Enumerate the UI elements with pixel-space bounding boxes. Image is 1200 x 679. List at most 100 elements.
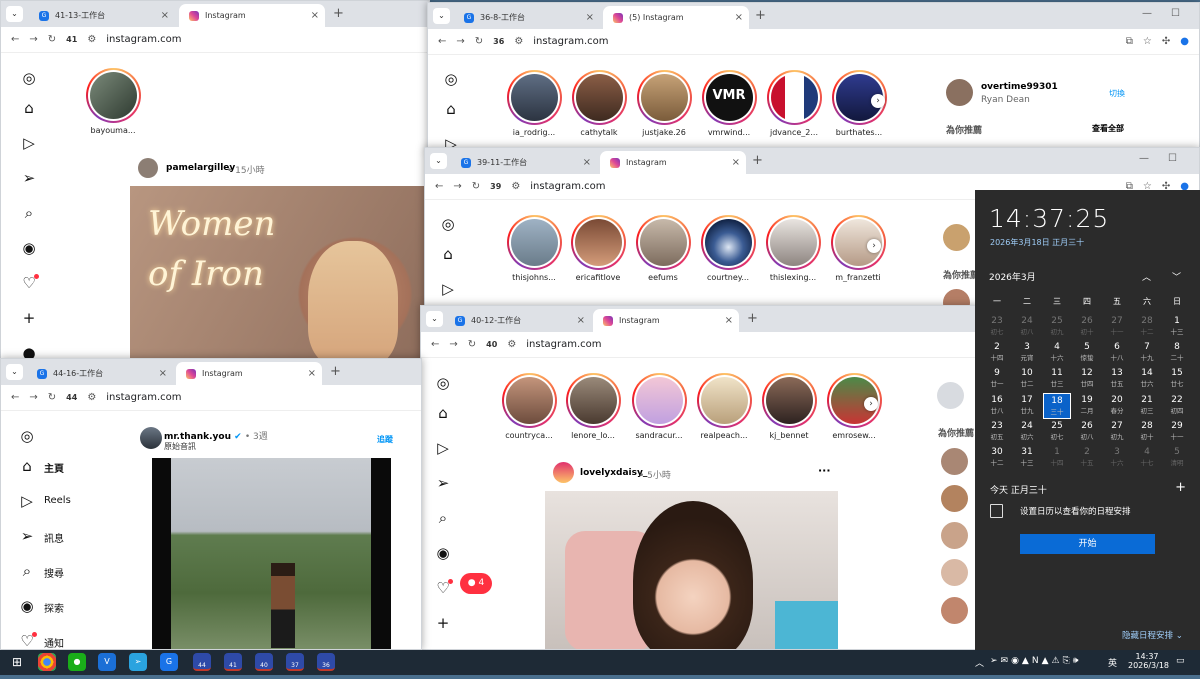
maximize-icon[interactable]: ☐ [1171, 8, 1180, 19]
calendar-day[interactable]: 5 清明 [1163, 445, 1191, 471]
url-text[interactable]: instagram.com [533, 36, 608, 47]
avatar[interactable] [941, 485, 968, 512]
create-icon[interactable]: + [21, 310, 37, 326]
calendar-month[interactable]: 2026年3月 [989, 270, 1036, 283]
url-text[interactable]: instagram.com [106, 34, 181, 45]
see-all-link[interactable]: 查看全部 [1092, 123, 1124, 134]
reload-icon[interactable]: ↻ [468, 339, 476, 350]
story-item[interactable]: countryca... [500, 373, 558, 440]
instagram-logo-icon[interactable]: ◎ [19, 428, 35, 444]
taskbar-clock[interactable]: 14:37 2026/3/18 [1128, 652, 1169, 670]
calendar-day[interactable]: 4 十七 [1133, 445, 1161, 471]
story-item[interactable]: ia_rodrig... [505, 70, 563, 137]
new-tab-icon[interactable]: + [333, 6, 344, 21]
calendar-day[interactable]: 25 初七 [1043, 419, 1071, 445]
calendar-day[interactable]: 29 十一 [1163, 419, 1191, 445]
search-icon[interactable]: ⌕ [21, 205, 37, 221]
install-app-icon[interactable]: ⧉ [1126, 36, 1133, 47]
address-bar[interactable]: ← → ↻ 40 ⚙ instagram.com [421, 332, 979, 358]
new-tab-icon[interactable]: + [330, 364, 341, 379]
tab-search-icon[interactable]: ⌄ [6, 364, 23, 380]
taskbar-browser-instance[interactable]: 44 [193, 653, 211, 671]
explore-icon[interactable]: ◉ [435, 545, 451, 561]
calendar-day[interactable]: 6 十八 [1103, 340, 1131, 366]
reels-icon[interactable]: ▷ [440, 281, 456, 297]
reels-icon[interactable]: ▷ [19, 493, 35, 509]
avatar[interactable] [937, 382, 964, 409]
calendar-day[interactable]: 1 十四 [1043, 445, 1071, 471]
back-icon[interactable]: ← [438, 36, 446, 47]
calendar-day[interactable]: 30 十二 [983, 445, 1011, 471]
calendar-day[interactable]: 5 惊蛰 [1073, 340, 1101, 366]
story-item[interactable]: bayouma... [84, 68, 142, 135]
story-item[interactable]: kj_bennet [760, 373, 818, 440]
story-item[interactable]: thisjohns... [505, 215, 563, 282]
home-icon[interactable]: ⌂ [435, 405, 451, 421]
url-text[interactable]: instagram.com [106, 392, 181, 403]
nav-messages-label[interactable]: 訊息 [44, 530, 64, 545]
tab-workspace[interactable]: G 36-8-工作台 × [454, 6, 600, 29]
switch-account-link[interactable]: 切換 [1109, 88, 1125, 99]
close-tab-icon[interactable]: × [586, 12, 594, 23]
input-language[interactable]: 英 [1108, 656, 1117, 669]
site-info-icon[interactable]: ⚙ [514, 36, 523, 47]
address-bar[interactable]: ← → ↻ 44 ⚙ instagram.com [1, 385, 421, 411]
calendar-day[interactable]: 3 十六 [1103, 445, 1131, 471]
story-item[interactable]: ericafitlove [569, 215, 627, 282]
next-month-icon[interactable]: ﹀ [1172, 270, 1181, 283]
story-item[interactable]: VMR vmrwind... [700, 70, 758, 137]
browser-window-40[interactable]: ⌄ G 40-12-工作台 × Instagram × + ← → ↻ 40 ⚙… [420, 305, 980, 650]
back-icon[interactable]: ← [431, 339, 439, 350]
profile-icon[interactable]: ● [1180, 36, 1189, 47]
calendar-day[interactable]: 28 初十 [1133, 419, 1161, 445]
calendar-day[interactable]: 14 廿六 [1133, 366, 1161, 392]
home-icon[interactable]: ⌂ [21, 100, 37, 116]
tab-search-icon[interactable]: ⌄ [426, 311, 443, 327]
search-icon[interactable]: ⌕ [435, 510, 451, 526]
minimize-icon[interactable]: — [1139, 153, 1149, 164]
tab-workspace[interactable]: G 44-16-工作台 × [27, 362, 173, 385]
calendar-day[interactable]: 10 廿二 [1013, 366, 1041, 392]
close-tab-icon[interactable]: × [577, 315, 585, 326]
messages-icon[interactable]: ➢ [21, 170, 37, 186]
start-menu-icon[interactable]: ⊞ [8, 653, 26, 671]
url-text[interactable]: instagram.com [526, 339, 601, 350]
nav-notifications-label[interactable]: 通知 [44, 635, 64, 649]
prev-month-icon[interactable]: ︿ [1142, 270, 1151, 283]
clock-date[interactable]: 2026年3月18日 正月三十 [990, 237, 1084, 248]
reels-icon[interactable]: ▷ [435, 440, 451, 456]
create-icon[interactable]: + [435, 615, 451, 631]
calendar-day[interactable]: 2 十四 [983, 340, 1011, 366]
story-item[interactable]: cathytalk [570, 70, 628, 137]
instagram-logo-icon[interactable]: ◎ [440, 216, 456, 232]
new-tab-icon[interactable]: + [752, 153, 763, 168]
calendar-day[interactable]: 25 初九 [1043, 314, 1071, 340]
calendar-day[interactable]: 27 十一 [1103, 314, 1131, 340]
calendar-day[interactable]: 17 廿九 [1013, 393, 1041, 419]
messages-icon[interactable]: ➢ [19, 528, 35, 544]
forward-icon[interactable]: → [449, 339, 457, 350]
avatar[interactable] [946, 79, 973, 106]
story-item[interactable]: thislexing... [764, 215, 822, 282]
close-tab-icon[interactable]: × [159, 368, 167, 379]
taskbar-browser-instance[interactable]: 37 [286, 653, 304, 671]
calendar-day[interactable]: 8 二十 [1163, 340, 1191, 366]
calendar-day[interactable]: 21 初三 [1133, 393, 1161, 419]
address-bar[interactable]: ← → ↻ 41 ⚙ instagram.com [1, 27, 429, 53]
calendar-day[interactable]: 18 三十 [1043, 392, 1071, 419]
home-icon[interactable]: ⌂ [443, 101, 459, 117]
tab-instagram[interactable]: Instagram × [179, 4, 325, 27]
nav-explore-label[interactable]: 探索 [44, 600, 64, 615]
tab-workspace[interactable]: G 41-13-工作台 × [29, 4, 175, 27]
instagram-logo-icon[interactable]: ◎ [443, 71, 459, 87]
nav-reels-label[interactable]: Reels [44, 495, 71, 506]
app-v-icon[interactable]: V [98, 653, 116, 671]
calendar-day[interactable]: 26 初十 [1073, 314, 1101, 340]
follow-button[interactable]: 追蹤 [377, 434, 393, 445]
stories-next-icon[interactable]: › [864, 397, 878, 411]
post-username[interactable]: lovelyxdaisy_ [580, 468, 647, 478]
instagram-logo-icon[interactable]: ◎ [435, 375, 451, 391]
tab-instagram[interactable]: Instagram × [176, 362, 322, 385]
avatar[interactable] [138, 158, 158, 178]
calendar-day[interactable]: 22 初四 [1163, 393, 1191, 419]
